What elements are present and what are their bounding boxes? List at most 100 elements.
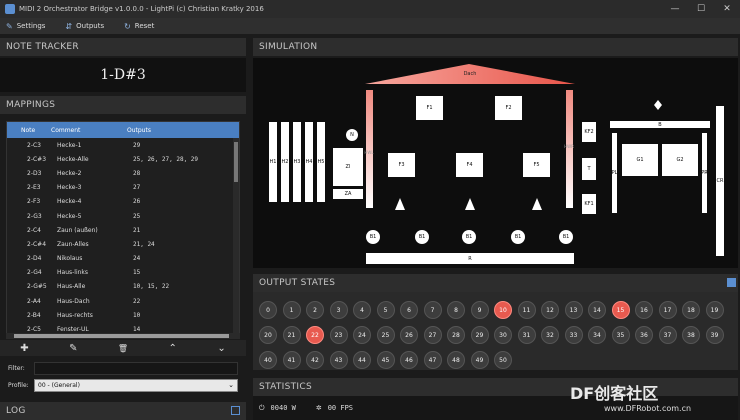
output-state-5[interactable]: 5 [376,301,395,319]
scroll-thumb[interactable] [14,334,229,338]
table-row[interactable]: 2-D3 Hecke-2 28 [7,166,239,180]
output-state-21[interactable]: 21 [282,326,301,344]
menu-reset[interactable]: ↻ Reset [124,22,154,31]
output-state-22[interactable]: 22 [306,326,324,344]
output-state-25[interactable]: 25 [376,326,395,344]
column-outputs[interactable]: Outputs [127,127,227,134]
output-state-30[interactable]: 30 [494,326,512,344]
maximize-button[interactable]: ☐ [688,4,714,14]
delete-icon[interactable]: 🗑 [118,344,128,353]
output-state-13[interactable]: 13 [564,301,583,319]
reset-icon: ↻ [124,21,131,31]
output-state-6[interactable]: 6 [400,301,418,319]
watermark-logo: DF创客社区 [570,384,659,403]
output-state-23[interactable]: 23 [329,326,348,344]
output-state-31[interactable]: 31 [517,326,536,344]
table-row[interactable]: 2-B4 Haus-rechts 10 [7,308,239,322]
output-state-36[interactable]: 36 [635,326,653,344]
output-state-32[interactable]: 32 [541,326,559,344]
output-state-49[interactable]: 49 [470,351,489,369]
output-state-50[interactable]: 50 [494,351,512,369]
table-row[interactable]: 2-G4 Haus-links 15 [7,266,239,280]
output-state-18[interactable]: 18 [682,301,700,319]
output-state-24[interactable]: 24 [353,326,371,344]
output-state-41[interactable]: 41 [282,351,301,369]
output-state-43[interactable]: 43 [329,351,348,369]
output-state-3[interactable]: 3 [329,301,348,319]
output-state-7[interactable]: 7 [423,301,442,319]
menu-settings[interactable]: ✎ Settings [6,22,45,31]
output-state-26[interactable]: 26 [400,326,418,344]
table-row[interactable]: 2-C#3 Hecke-Alle 25, 26, 27, 28, 29 [7,152,239,166]
table-row[interactable]: 2-A4 Haus-Dach 22 [7,294,239,308]
output-state-9[interactable]: 9 [470,301,489,319]
column-comment[interactable]: Comment [51,127,127,134]
log-toggle[interactable] [231,406,240,415]
spot-1 [395,198,405,210]
table-row[interactable]: 2-D4 Nikolaus 24 [7,252,239,266]
row-outputs: 25, 26, 27, 28, 29 [133,155,199,163]
output-state-14[interactable]: 14 [588,301,606,319]
output-states-toggle[interactable] [727,278,736,287]
row-outputs: 25 [133,212,141,220]
output-state-27[interactable]: 27 [423,326,442,344]
horizontal-scrollbar[interactable] [6,333,240,339]
output-state-38[interactable]: 38 [682,326,700,344]
output-state-37[interactable]: 37 [658,326,677,344]
output-state-10[interactable]: 10 [494,301,512,319]
output-state-29[interactable]: 29 [470,326,489,344]
table-row[interactable]: 2-C4 Zaun (außen) 21 [7,223,239,237]
output-state-8[interactable]: 8 [447,301,465,319]
output-state-16[interactable]: 16 [635,301,653,319]
output-state-17[interactable]: 17 [658,301,677,319]
add-icon[interactable]: ✚ [20,343,28,354]
table-row[interactable]: 2-C#4 Zaun-Alles 21, 24 [7,237,239,251]
output-state-42[interactable]: 42 [306,351,324,369]
edit-icon[interactable]: ✎ [69,343,77,354]
row-note: 2-D3 [27,169,42,177]
minimize-button[interactable]: — [662,4,688,14]
filter-input[interactable] [34,362,238,375]
profile-select[interactable]: 00 - (General) ⌄ [34,379,238,392]
mappings-table[interactable]: Note Comment Outputs 2-C3 Hecke-1 29 2-C#3 H… [6,121,240,339]
wall-left-label: HWL [364,149,374,155]
row-comment: Hecke-5 [57,212,82,220]
row-comment: Haus-links [57,269,89,277]
output-state-20[interactable]: 20 [259,326,277,344]
column-note[interactable]: Note [21,127,51,134]
output-state-34[interactable]: 34 [588,326,606,344]
output-state-19[interactable]: 19 [705,301,724,319]
table-row[interactable]: 2-G3 Hecke-5 25 [7,209,239,223]
output-state-15[interactable]: 15 [611,301,630,319]
output-state-35[interactable]: 35 [611,326,630,344]
move-up-icon[interactable]: ⌃ [169,343,177,354]
output-state-4[interactable]: 4 [353,301,371,319]
table-row[interactable]: 2-C3 Hecke-1 29 [7,138,239,152]
output-state-45[interactable]: 45 [376,351,395,369]
vertical-scrollbar[interactable] [233,138,239,338]
menu-outputs[interactable]: ⇵ Outputs [65,22,104,31]
table-row[interactable]: 2-G#5 Haus-Alle 10, 15, 22 [7,280,239,294]
output-state-48[interactable]: 48 [447,351,465,369]
scroll-thumb[interactable] [234,142,238,182]
spot-3 [532,198,542,210]
output-state-44[interactable]: 44 [353,351,371,369]
output-state-47[interactable]: 47 [423,351,442,369]
output-state-40[interactable]: 40 [259,351,277,369]
close-button[interactable]: ✕ [714,4,740,14]
output-state-1[interactable]: 1 [282,301,301,319]
row-comment: Zaun (außen) [57,226,98,234]
output-state-28[interactable]: 28 [447,326,465,344]
output-state-0[interactable]: 0 [259,301,277,319]
output-state-39[interactable]: 39 [705,326,724,344]
row-outputs: 21 [133,226,141,234]
output-state-33[interactable]: 33 [564,326,583,344]
output-state-12[interactable]: 12 [541,301,559,319]
output-state-46[interactable]: 46 [400,351,418,369]
table-row[interactable]: 2-E3 Hecke-3 27 [7,181,239,195]
move-down-icon[interactable]: ⌄ [217,343,225,354]
table-row[interactable]: 2-F3 Hecke-4 26 [7,195,239,209]
power-stat: ⏻ 0040 W [259,404,296,413]
output-state-2[interactable]: 2 [306,301,324,319]
output-state-11[interactable]: 11 [517,301,536,319]
